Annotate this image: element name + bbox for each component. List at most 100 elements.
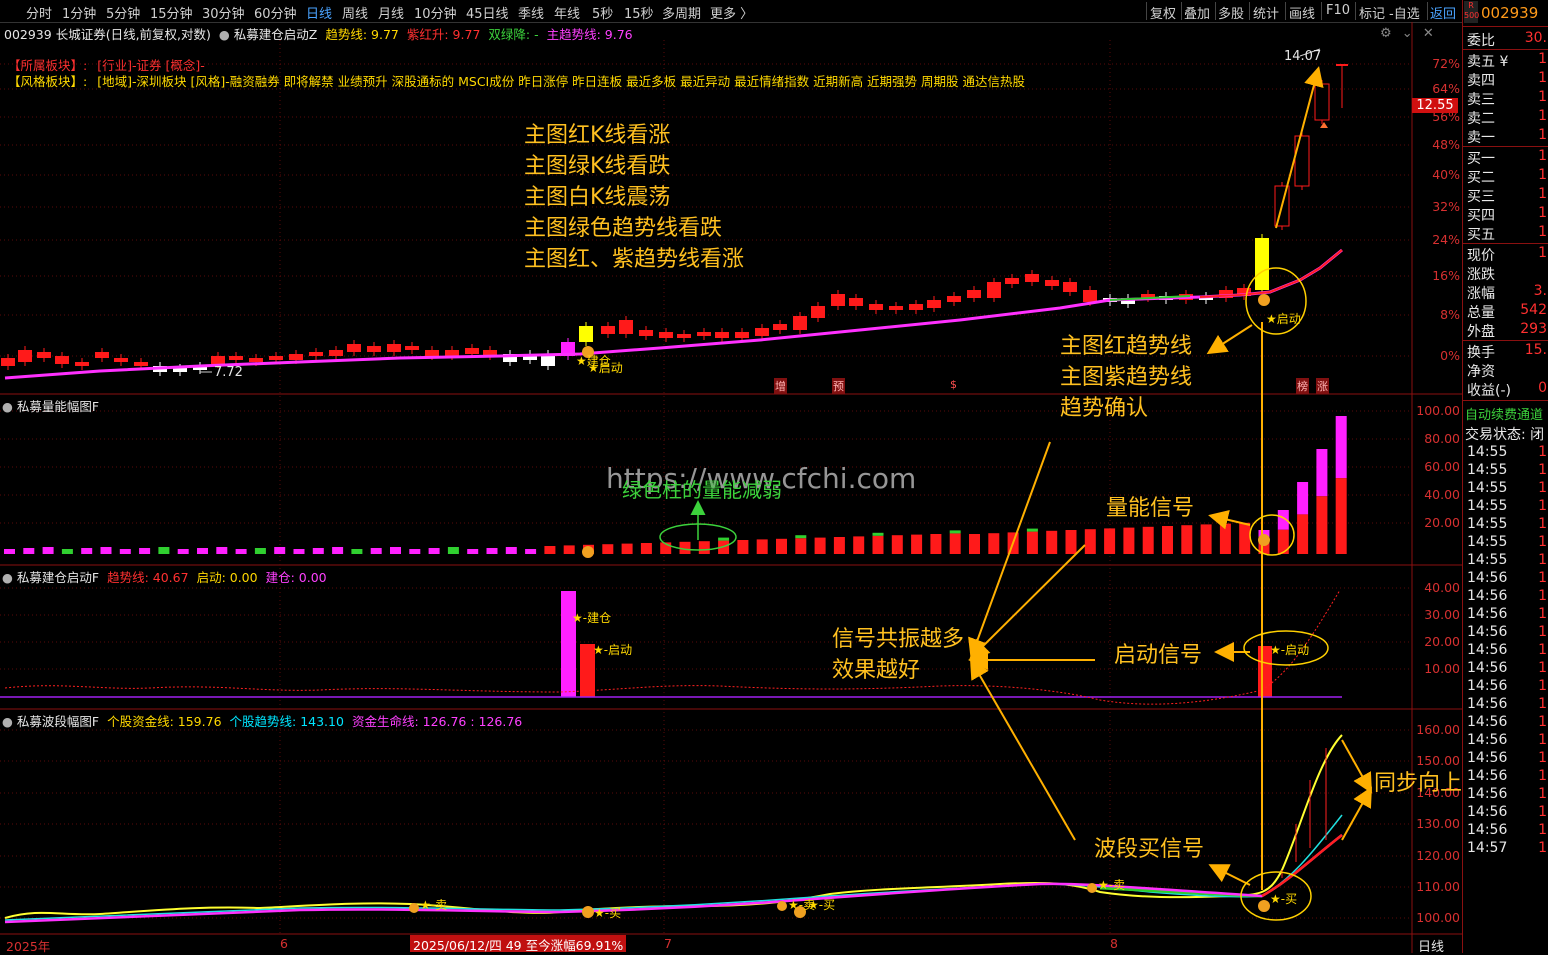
axis-tick-label: 80.00 [1424,431,1460,446]
annotation-trend-confirm-2: 主图紫趋势线 [1060,365,1193,390]
tag-dollar: $ [950,378,957,391]
candle [1255,238,1269,290]
volume-bar [930,534,942,554]
axis-tick-label: 8% [1440,307,1460,322]
axis-tick-label: 60.00 [1424,459,1460,474]
quote-row-label: 卖一 [1467,130,1495,146]
market-badge: R 500 [1464,1,1479,23]
tick-time: 14:56 [1467,588,1508,604]
price-axis: 72% 64% 56% 48% 40% 32% 24% 16% 8% 0% [1410,0,1462,394]
volume-axis: 100.00 80.00 60.00 40.00 20.00 [1410,394,1462,565]
candle [755,328,769,336]
volume-bar [254,548,266,554]
quote-row-value: 1 [1538,89,1547,105]
quote-row-value: 0 [1538,380,1547,396]
candle [773,324,787,330]
candle [211,356,225,364]
quote-row-label: 买一 [1467,151,1495,167]
tick-value: 1 [1538,498,1547,514]
candle [55,356,69,364]
candle [75,362,89,366]
tick-value: 1 [1538,678,1547,694]
candle [869,304,883,310]
volume-bar [853,536,865,554]
axis-tick-label: 100.00 [1416,910,1460,925]
tick-value: 1 [1538,534,1547,550]
volume-panel-header: ● 私募量能幅图F [2,396,99,415]
annotation-trend-confirm-3: 趋势确认 [1060,396,1149,421]
volume-bar [969,534,980,554]
candle [387,344,401,352]
period-indicator: 日线 [1418,940,1445,955]
volume-bar [698,541,710,554]
wave-panel-title: 私募波段幅图F [16,714,100,729]
volume-bar-green-cap [872,532,884,536]
tick-time: 14:56 [1467,714,1508,730]
auto-renew-link[interactable]: 自动续费通道 [1465,404,1543,423]
volume-bar [1162,526,1173,554]
start-tag: ★-启动 [593,643,633,657]
quote-row-value: 1 [1538,245,1547,261]
tick-time: 14:56 [1467,660,1508,676]
volume-bar [1065,530,1077,554]
axis-tick-label: 64% [1432,81,1460,96]
date-july: 7 [664,936,672,951]
volume-bar [390,547,401,554]
axis-tick-label: 20.00 [1424,634,1460,649]
volume-bar [119,549,131,554]
tick-value: 1 [1538,660,1547,676]
volume-bar [409,549,421,554]
candle [1,358,15,366]
quote-row-label: 买二 [1467,170,1495,186]
volume-bar [23,548,35,554]
date-august: 8 [1110,936,1118,951]
quote-row-label: 卖五 ¥ [1467,54,1509,70]
green-bar-note: 绿色柱的量能减弱 [622,478,782,502]
volume-bar [1181,525,1193,554]
volume-bar [177,549,189,554]
tick-value: 1 [1538,696,1547,712]
quote-row-label: 卖三 [1467,92,1495,108]
cursor-date-label: 2025/06/12/四 49 至今涨幅69.91% [410,935,627,953]
build-start-value: 启动: 0.00 [196,570,258,585]
volume-bar [872,535,884,554]
volume-bar-top [1297,482,1309,515]
quote-row-value: 1 [1538,205,1547,221]
start-tag-main-2: ★启动 [1266,312,1301,326]
candle [405,346,419,350]
fund-line-value: 个股资金线: 159.76 [107,714,222,729]
volume-bar [332,547,344,554]
tick-value: 1 [1538,552,1547,568]
volume-bar [891,535,903,554]
tick-value: 1 [1538,480,1547,496]
volume-bar [621,543,633,554]
candle [367,346,381,352]
candle [425,350,439,356]
candle [831,294,845,306]
candle [715,332,729,338]
candle [114,358,128,362]
candle [849,298,863,306]
volume-bar [1297,514,1309,554]
candle [445,350,459,356]
candle [329,350,343,356]
quote-row-value: 1 [1538,167,1547,183]
stock-code-display: 002939 [1481,4,1539,22]
volume-bar [1219,523,1231,554]
sell-tag-3: ★-卖 [1098,878,1126,892]
candle [249,358,263,362]
tick-value: 1 [1538,840,1547,856]
volume-bar [197,548,208,554]
tick-time: 14:55 [1467,552,1508,568]
volume-bar [100,547,112,554]
life-line-red [1261,834,1343,898]
candle [677,334,691,338]
tick-value: 1 [1538,462,1547,478]
quote-row-label: 总量 [1467,305,1495,321]
axis-tick-label: 20.00 [1424,515,1460,530]
quote-row-label: 收益(-) [1467,383,1511,399]
axis-tick-label: 130.00 [1416,816,1460,831]
low-price-label: 7.72 [214,365,243,380]
axis-tick-label: 10.00 [1424,661,1460,676]
current-price-tag: 12.55 [1412,98,1458,113]
